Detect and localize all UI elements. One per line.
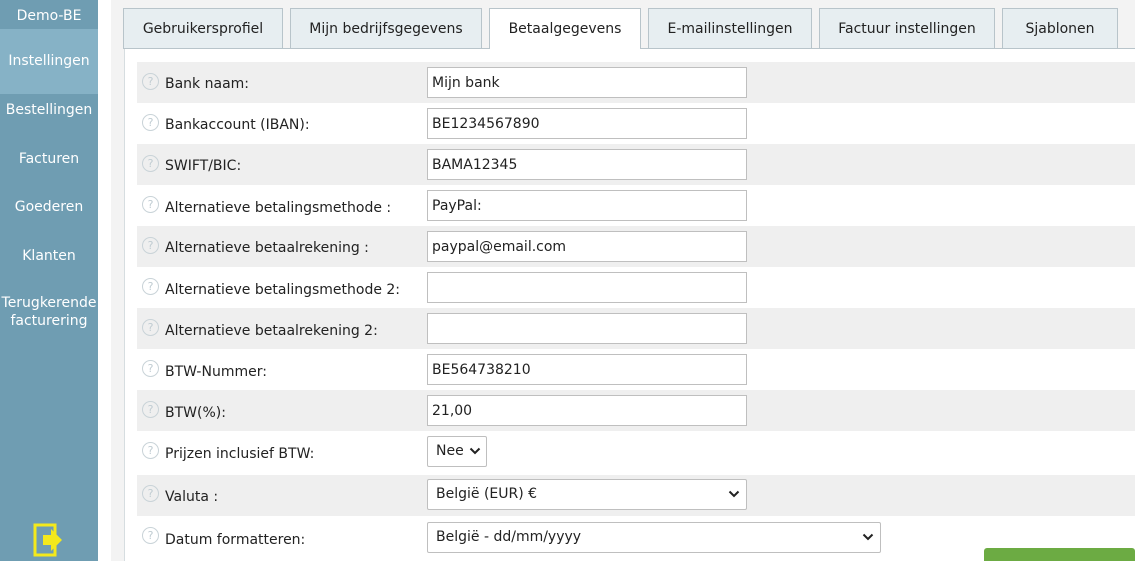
tab-factuur-instellingen[interactable]: Factuur instellingen [819, 8, 995, 48]
help-icon[interactable]: ? [142, 360, 159, 377]
chevron-down-icon [469, 447, 481, 455]
help-icon[interactable]: ? [142, 485, 159, 502]
sidebar-item-bestellingen[interactable]: Bestellingen [0, 101, 98, 119]
form-row-alt-method: ? Alternatieve betalingsmethode : [137, 185, 1135, 226]
sidebar-item-terugkerende-facturering[interactable]: Terugkerende facturering [0, 294, 98, 330]
field-label: Valuta : [165, 489, 219, 505]
exit-icon[interactable] [33, 523, 63, 557]
date-format-select[interactable]: België - dd/mm/yyyy [427, 522, 881, 553]
tab-gebruikersprofiel[interactable]: Gebruikersprofiel [123, 8, 283, 48]
field-label: BTW(%): [165, 405, 226, 421]
help-icon[interactable]: ? [142, 278, 159, 295]
alt-payment-method-input[interactable] [427, 190, 747, 221]
iban-input[interactable] [427, 108, 747, 139]
field-label: SWIFT/BIC: [165, 158, 242, 174]
chevron-down-icon [862, 533, 874, 541]
chevron-down-icon [728, 490, 740, 498]
help-icon[interactable]: ? [142, 442, 159, 459]
field-label: Alternatieve betalingsmethode 2: [165, 282, 401, 298]
field-label: Prijzen inclusief BTW: [165, 446, 315, 462]
alt-payment-account-2-input[interactable] [427, 313, 747, 344]
sidebar-item-goederen[interactable]: Goederen [0, 198, 98, 216]
sidebar-item-klanten[interactable]: Klanten [0, 247, 98, 265]
tab-mijn-bedrijfsgegevens[interactable]: Mijn bedrijfsgegevens [290, 8, 482, 48]
swift-input[interactable] [427, 149, 747, 180]
field-label: Alternatieve betaalrekening : [165, 240, 369, 256]
form-row-currency: ? Valuta : België (EUR) € [137, 475, 1135, 516]
field-label: Alternatieve betalingsmethode : [165, 200, 392, 216]
field-label: Datum formatteren: [165, 532, 306, 548]
select-value: België - dd/mm/yyyy [436, 529, 582, 545]
form-row-alt-account-2: ? Alternatieve betaalrekening 2: [137, 308, 1135, 349]
help-icon[interactable]: ? [142, 237, 159, 254]
form-row-alt-account: ? Alternatieve betaalrekening : [137, 226, 1135, 267]
sidebar-gap [98, 0, 111, 561]
help-icon[interactable]: ? [142, 155, 159, 172]
select-value: België (EUR) € [436, 486, 538, 502]
form-row-bank-naam: ? Bank naam: [137, 62, 1135, 103]
help-icon[interactable]: ? [142, 401, 159, 418]
form-row-vat-percent: ? BTW(%): [137, 390, 1135, 431]
select-value: Nee [436, 443, 464, 459]
field-label: Bankaccount (IBAN): [165, 117, 310, 133]
help-icon[interactable]: ? [142, 196, 159, 213]
vat-percent-input[interactable] [427, 395, 747, 426]
help-icon[interactable]: ? [142, 319, 159, 336]
form-row-vat-number: ? BTW-Nummer: [137, 349, 1135, 390]
help-icon[interactable]: ? [142, 527, 159, 544]
bank-name-input[interactable] [427, 67, 747, 98]
form-row-prices-incl-vat: ? Prijzen inclusief BTW: Nee [137, 431, 1135, 475]
sidebar-item-instellingen[interactable]: Instellingen [0, 29, 98, 94]
sidebar: Demo-BE Instellingen Bestellingen Factur… [0, 0, 98, 561]
vat-number-input[interactable] [427, 354, 747, 385]
tab-betaalgegevens[interactable]: Betaalgegevens [489, 8, 641, 49]
field-label: Bank naam: [165, 76, 249, 92]
tab-e-mailinstellingen[interactable]: E-mailinstellingen [648, 8, 812, 48]
form-row-swift: ? SWIFT/BIC: [137, 144, 1135, 185]
field-label: BTW-Nummer: [165, 364, 267, 380]
sidebar-item-facturen[interactable]: Facturen [0, 150, 98, 168]
form-row-alt-method-2: ? Alternatieve betalingsmethode 2: [137, 267, 1135, 308]
save-button[interactable] [984, 548, 1135, 561]
alt-payment-method-2-input[interactable] [427, 272, 747, 303]
currency-select[interactable]: België (EUR) € [427, 479, 747, 510]
help-icon[interactable]: ? [142, 114, 159, 131]
prices-incl-vat-select[interactable]: Nee [427, 436, 487, 467]
tab-sjablonen[interactable]: Sjablonen [1002, 8, 1118, 48]
help-icon[interactable]: ? [142, 73, 159, 90]
field-label: Alternatieve betaalrekening 2: [165, 323, 378, 339]
alt-payment-account-input[interactable] [427, 231, 747, 262]
form-row-iban: ? Bankaccount (IBAN): [137, 103, 1135, 144]
